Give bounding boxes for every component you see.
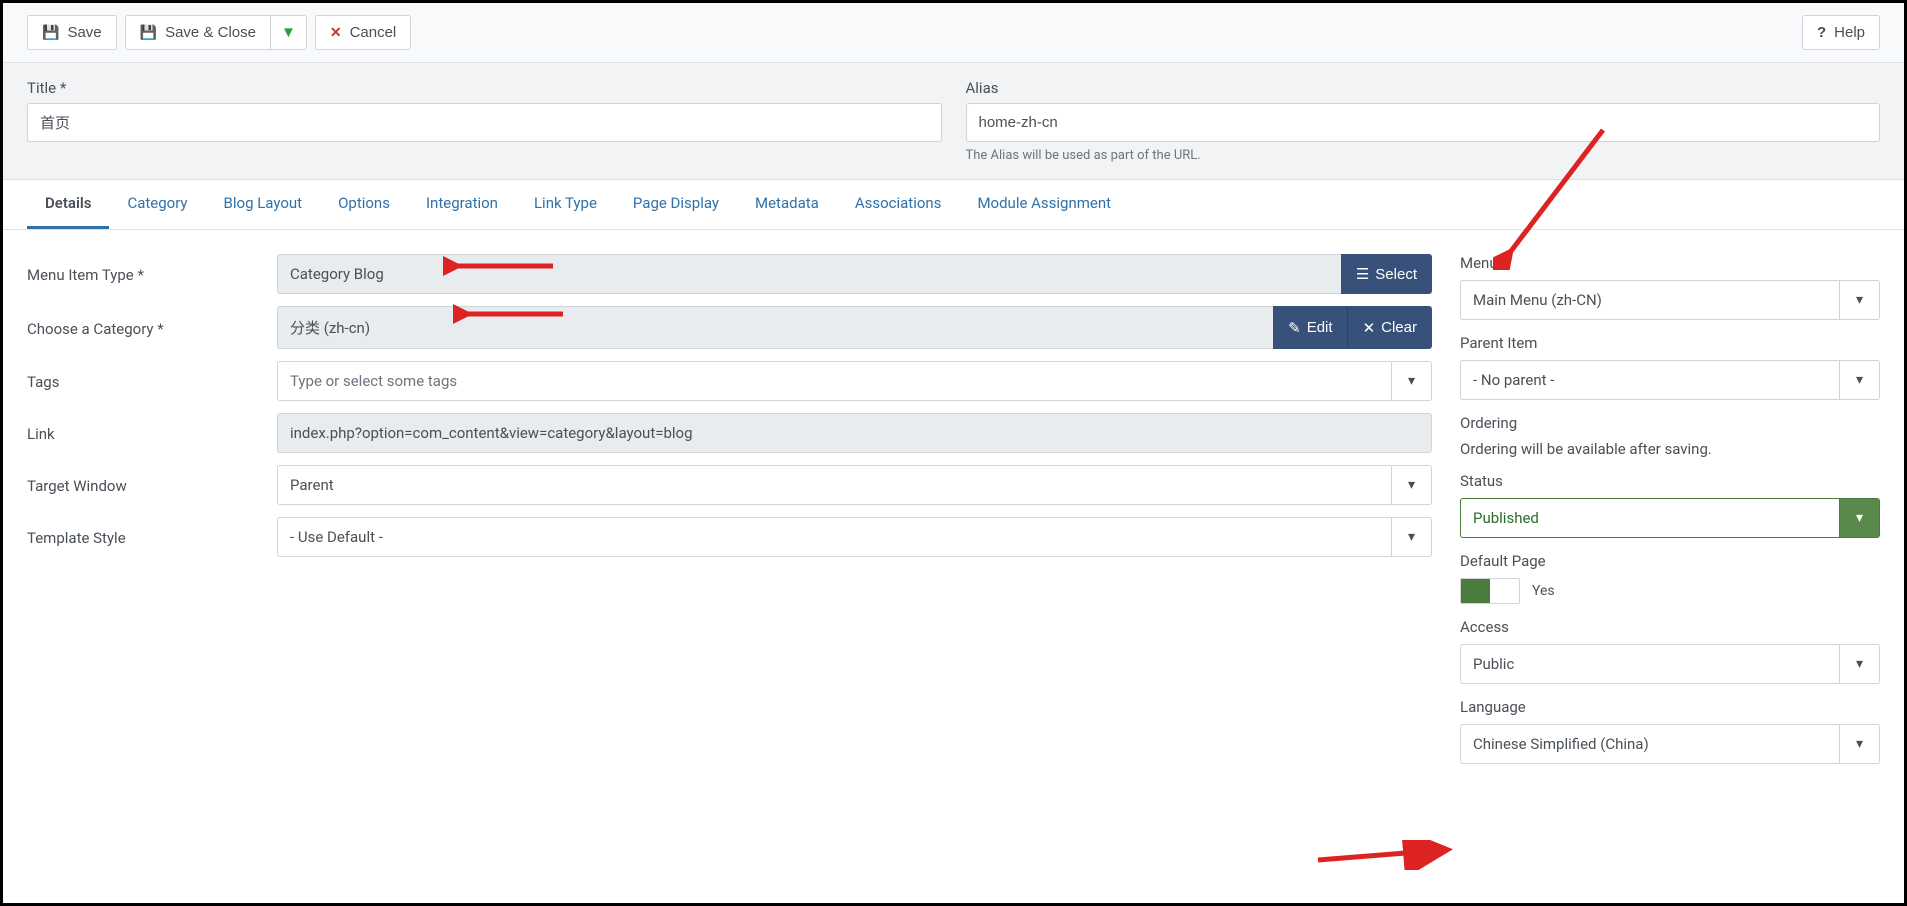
menu-item-type-label: Menu Item Type * (27, 264, 277, 284)
menu-select[interactable]: Main Menu (zh-CN) ▾ (1460, 280, 1880, 320)
tags-row: Tags Type or select some tags ▾ (27, 361, 1432, 401)
template-style-row: Template Style - Use Default - ▾ (27, 517, 1432, 557)
choose-category-row: Choose a Category * 分类 (zh-cn) ✎ Edit ✕ … (27, 306, 1432, 349)
content: Menu Item Type * Category Blog ☰ Select … (3, 230, 1904, 788)
status-label: Status (1460, 472, 1880, 490)
save-icon: 💾 (140, 24, 157, 41)
target-window-value: Parent (278, 466, 1391, 504)
cancel-button[interactable]: ✕ Cancel (315, 15, 411, 50)
edit-icon: ✎ (1288, 319, 1301, 337)
save-close-button[interactable]: 💾 Save & Close (125, 15, 271, 50)
chevron-down-icon: ▾ (1839, 725, 1879, 763)
tags-placeholder: Type or select some tags (278, 362, 1391, 400)
default-page-toggle[interactable] (1460, 578, 1520, 604)
save-icon: 💾 (42, 24, 59, 41)
choose-category-label: Choose a Category * (27, 318, 277, 338)
edit-category-button[interactable]: ✎ Edit (1273, 306, 1347, 349)
parent-select[interactable]: - No parent - ▾ (1460, 360, 1880, 400)
ordering-desc: Ordering will be available after saving. (1460, 440, 1880, 458)
target-window-label: Target Window (27, 475, 277, 495)
tabs: Details Category Blog Layout Options Int… (3, 180, 1904, 230)
tags-label: Tags (27, 371, 277, 391)
clear-label: Clear (1381, 319, 1417, 336)
template-style-label: Template Style (27, 527, 277, 547)
access-label: Access (1460, 618, 1880, 636)
menu-label: Menu * (1460, 254, 1880, 272)
edit-label: Edit (1307, 319, 1333, 336)
target-window-row: Target Window Parent ▾ (27, 465, 1432, 505)
main-column: Menu Item Type * Category Blog ☰ Select … (27, 254, 1432, 764)
tab-associations[interactable]: Associations (837, 180, 960, 229)
status-select[interactable]: Published ▾ (1460, 498, 1880, 538)
alias-field-block: Alias The Alias will be used as part of … (966, 79, 1881, 163)
cancel-label: Cancel (350, 24, 397, 41)
help-icon: ? (1817, 24, 1826, 41)
default-page-value: Yes (1532, 583, 1555, 599)
help-label: Help (1834, 24, 1865, 41)
chevron-down-icon: ▾ (1391, 362, 1431, 400)
title-label: Title * (27, 79, 942, 97)
menu-item-type-value: Category Blog (277, 254, 1341, 294)
access-select[interactable]: Public ▾ (1460, 644, 1880, 684)
chevron-down-icon: ▾ (1839, 361, 1879, 399)
arrow-annotation (1313, 840, 1453, 870)
save-close-group: 💾 Save & Close ▼ (125, 15, 307, 50)
tab-module-assignment[interactable]: Module Assignment (959, 180, 1129, 229)
list-icon: ☰ (1356, 265, 1369, 283)
chevron-down-icon: ▾ (1839, 499, 1879, 537)
default-page-label: Default Page (1460, 552, 1880, 570)
target-window-select[interactable]: Parent ▾ (277, 465, 1432, 505)
tab-integration[interactable]: Integration (408, 180, 516, 229)
choose-category-value: 分类 (zh-cn) (277, 306, 1273, 349)
chevron-down-icon: ▾ (1391, 518, 1431, 556)
clear-icon: ✕ (1363, 319, 1376, 337)
template-style-select[interactable]: - Use Default - ▾ (277, 517, 1432, 557)
link-row: Link index.php?option=com_content&view=c… (27, 413, 1432, 453)
alias-label: Alias (966, 79, 1881, 97)
status-value: Published (1461, 499, 1839, 537)
side-column: Menu * Main Menu (zh-CN) ▾ Parent Item -… (1460, 254, 1880, 764)
alias-input[interactable] (966, 103, 1881, 142)
link-label: Link (27, 423, 277, 443)
select-label: Select (1375, 266, 1417, 283)
save-button[interactable]: 💾 Save (27, 15, 117, 50)
language-label: Language (1460, 698, 1880, 716)
toggle-off (1490, 579, 1519, 603)
tags-select[interactable]: Type or select some tags ▾ (277, 361, 1432, 401)
save-dropdown-button[interactable]: ▼ (271, 15, 307, 50)
title-input[interactable] (27, 103, 942, 142)
tab-blog-layout[interactable]: Blog Layout (206, 180, 321, 229)
ordering-label: Ordering (1460, 414, 1880, 432)
save-label: Save (67, 24, 101, 41)
tab-metadata[interactable]: Metadata (737, 180, 837, 229)
chevron-down-icon: ▼ (281, 24, 296, 41)
menu-value: Main Menu (zh-CN) (1461, 281, 1839, 319)
save-close-label: Save & Close (165, 24, 256, 41)
link-value: index.php?option=com_content&view=catego… (277, 413, 1432, 453)
chevron-down-icon: ▾ (1391, 466, 1431, 504)
help-button[interactable]: ? Help (1802, 15, 1880, 50)
language-value: Chinese Simplified (China) (1461, 725, 1839, 763)
parent-label: Parent Item (1460, 334, 1880, 352)
toolbar: 💾 Save 💾 Save & Close ▼ ✕ Cancel ? Help (3, 3, 1904, 63)
language-select[interactable]: Chinese Simplified (China) ▾ (1460, 724, 1880, 764)
tab-category[interactable]: Category (109, 180, 205, 229)
clear-category-button[interactable]: ✕ Clear (1348, 306, 1432, 349)
title-field-block: Title * (27, 79, 942, 163)
tab-page-display[interactable]: Page Display (615, 180, 737, 229)
access-value: Public (1461, 645, 1839, 683)
alias-helptext: The Alias will be used as part of the UR… (966, 148, 1881, 163)
tab-details[interactable]: Details (27, 180, 109, 229)
tab-options[interactable]: Options (320, 180, 408, 229)
select-type-button[interactable]: ☰ Select (1341, 254, 1432, 294)
toggle-on (1461, 579, 1490, 603)
chevron-down-icon: ▾ (1839, 645, 1879, 683)
cancel-icon: ✕ (330, 24, 342, 41)
header-fields: Title * Alias The Alias will be used as … (3, 63, 1904, 180)
template-style-value: - Use Default - (278, 518, 1391, 556)
tab-link-type[interactable]: Link Type (516, 180, 615, 229)
menu-item-type-row: Menu Item Type * Category Blog ☰ Select (27, 254, 1432, 294)
chevron-down-icon: ▾ (1839, 281, 1879, 319)
parent-value: - No parent - (1461, 361, 1839, 399)
